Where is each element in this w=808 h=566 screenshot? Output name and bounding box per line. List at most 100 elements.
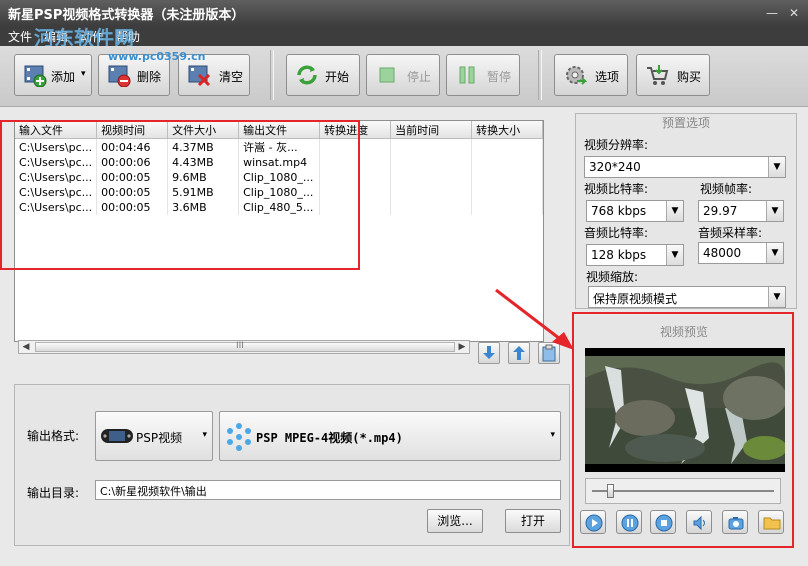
cell-duration: 00:00:05 [96,170,169,185]
column-header[interactable]: 输入文件 [15,121,98,139]
stop-button[interactable]: 停止 [366,54,440,96]
scale-value: 保持原视频模式 [593,292,678,306]
video-bitrate-select[interactable]: 768 kbps ▼ [586,200,684,222]
add-button[interactable]: 添加 ▾ [14,54,92,96]
cell-progress [319,170,392,185]
audio-bitrate-select[interactable]: 128 kbps ▼ [586,244,684,266]
speaker-icon [693,515,705,531]
scroll-left-icon[interactable]: ◀ [19,341,33,353]
stop-icon [655,514,673,532]
preview-slider[interactable] [585,478,781,504]
column-header[interactable]: 文件大小 [167,121,240,139]
close-button[interactable]: ✕ [786,5,802,21]
film-delete-icon [108,65,131,87]
scroll-right-icon[interactable]: ▶ [455,341,469,353]
column-header[interactable]: 当前时间 [390,121,473,139]
stop-icon [379,67,395,83]
resolution-select[interactable]: 320*240 ▼ [584,156,786,178]
cell-input: C:\Users\pc... [15,170,98,185]
pause-preview-button[interactable] [616,510,642,534]
format-select[interactable]: PSP MPEG-4视频(*.mp4) ▾ [219,411,561,461]
snapshot-button[interactable] [722,510,748,534]
column-header[interactable]: 转换大小 [471,121,543,139]
scale-select[interactable]: 保持原视频模式 ▼ [588,286,786,308]
scrollbar-grip: III [236,341,244,351]
file-list[interactable]: 输入文件 视频时间 文件大小 输出文件 转换进度 当前时间 转换大小 C:\Us… [14,120,544,342]
framerate-select[interactable]: 29.97 ▼ [698,200,784,222]
scale-label: 视频缩放: [586,270,639,284]
cell-duration: 00:00:05 [96,185,169,200]
chevron-down-icon: ▾ [202,430,207,440]
device-select[interactable]: PSP视频 ▾ [95,411,213,461]
pause-label: 暂停 [487,70,512,84]
waterfall-image [585,356,785,472]
output-panel: 输出格式: PSP视频 ▾ PSP MPEG-4视频(*.mp4) ▾ 输出目录… [14,384,570,546]
shopping-cart-icon [647,65,669,85]
table-row[interactable]: C:\Users\pc... 00:00:05 3.6MB Clip_480_5... [15,200,543,215]
cell-output: Clip_1080_... [238,185,321,200]
device-value: PSP视频 [136,431,183,445]
cell-size: 3.6MB [167,200,240,215]
camera-icon [728,517,744,530]
pause-button[interactable]: 暂停 [446,54,520,96]
watermark-url: www.pc0359.cn [108,50,206,63]
table-row[interactable]: C:\Users\pc... 00:00:05 5.91MB Clip_1080_..… [15,185,543,200]
cell-converted-size [471,138,543,155]
cell-progress [319,200,392,215]
format-value: PSP MPEG-4视频(*.mp4) [256,431,403,445]
slider-knob[interactable] [606,484,614,498]
browse-button[interactable]: 浏览... [427,509,483,533]
output-format-label: 输出格式: [27,429,80,443]
cell-converted-size [471,185,543,200]
start-button[interactable]: 开始 [286,54,360,96]
start-label: 开始 [325,70,350,84]
chevron-down-icon: ▼ [766,243,783,263]
framerate-label: 视频帧率: [700,182,753,196]
open-button[interactable]: 打开 [505,509,561,533]
stop-preview-button[interactable] [650,510,676,534]
menu-file[interactable]: 文件 [8,28,32,45]
minimize-button[interactable]: — [764,5,780,21]
cell-input: C:\Users\pc... [15,155,98,170]
file-table: 输入文件 视频时间 文件大小 输出文件 转换进度 当前时间 转换大小 C:\Us… [15,121,543,215]
play-button[interactable] [580,510,606,534]
output-dir-label: 输出目录: [27,486,80,500]
cell-current-time [390,200,473,215]
table-row[interactable]: C:\Users\pc... 00:00:05 9.6MB Clip_1080_... [15,170,543,185]
options-label: 选项 [595,70,620,84]
cell-progress [319,138,392,155]
slider-track [592,490,774,492]
gear-icon [566,66,587,85]
toolbar-divider [270,50,274,100]
resolution-value: 320*240 [589,160,641,174]
framerate-value: 29.97 [703,204,738,218]
refresh-icon [297,65,317,85]
chevron-down-icon: ▼ [766,201,783,221]
column-header[interactable]: 视频时间 [96,121,169,139]
open-folder-button[interactable] [758,510,784,534]
volume-button[interactable] [686,510,712,534]
cell-progress [319,185,392,200]
horizontal-scrollbar[interactable]: ◀ III ▶ [18,340,470,354]
clear-label: 清空 [219,70,244,84]
cell-input: C:\Users\pc... [15,185,98,200]
samplerate-select[interactable]: 48000 ▼ [698,242,784,264]
output-dir-field[interactable]: C:\新星视频软件\输出 [95,480,561,500]
column-header[interactable]: 转换进度 [319,121,392,139]
options-button[interactable]: 选项 [554,54,628,96]
film-add-icon [24,65,47,87]
samplerate-value: 48000 [703,246,742,260]
audio-bitrate-value: 128 kbps [591,248,647,262]
pause-icon [459,66,475,84]
folder-icon [763,517,781,530]
cell-duration: 00:00:05 [96,200,169,215]
column-header[interactable]: 输出文件 [238,121,321,139]
buy-label: 购买 [677,70,702,84]
table-row[interactable]: C:\Users\pc... 00:04:46 4.37MB 许嵩 - 灰... [15,138,543,155]
cell-output: winsat.mp4 [238,155,321,170]
scrollbar-thumb[interactable]: III [35,341,455,352]
cell-size: 4.43MB [167,155,240,170]
samplerate-label: 音频采样率: [698,226,763,240]
buy-button[interactable]: 购买 [636,54,710,96]
table-row[interactable]: C:\Users\pc... 00:00:06 4.43MB winsat.mp4 [15,155,543,170]
